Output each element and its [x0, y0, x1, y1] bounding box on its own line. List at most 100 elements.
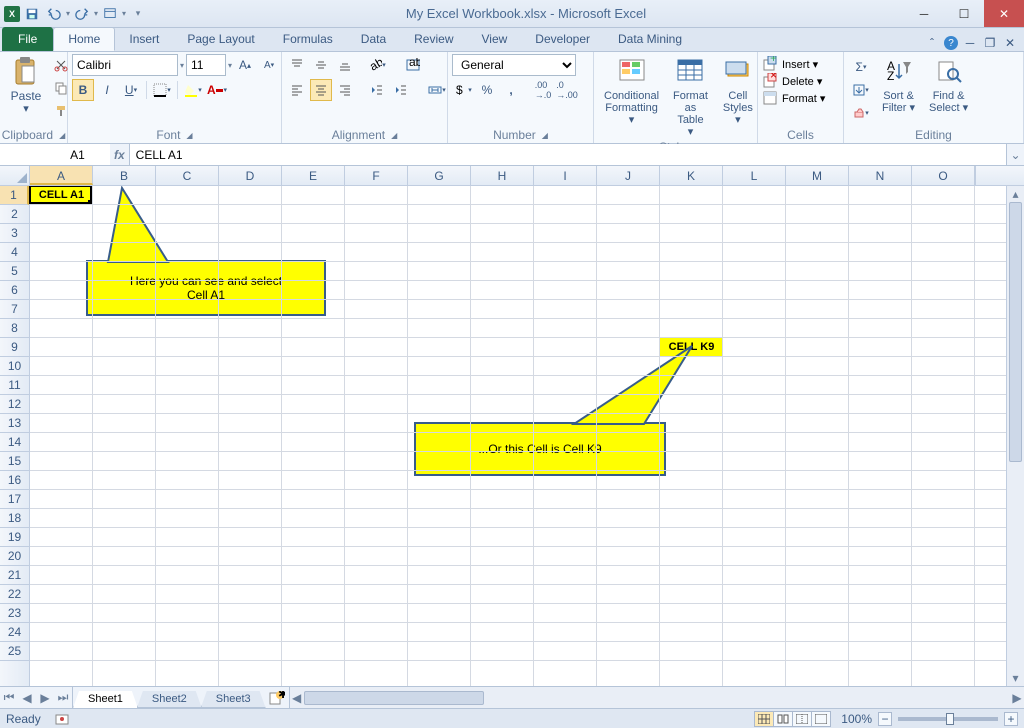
find-select-button[interactable]: Find & Select ▾ [923, 54, 974, 116]
sort-filter-button[interactable]: AZ Sort & Filter ▾ [876, 54, 921, 116]
align-center-button[interactable] [310, 79, 332, 101]
row-header-18[interactable]: 18 [0, 509, 29, 528]
col-header-C[interactable]: C [156, 166, 219, 185]
col-header-J[interactable]: J [597, 166, 660, 185]
font-size-select[interactable] [186, 54, 226, 76]
clear-button[interactable]: ▾ [848, 102, 874, 124]
callout-k9[interactable]: ...Or this Cell is Cell K9 [414, 422, 666, 476]
col-header-K[interactable]: K [660, 166, 723, 185]
fx-button[interactable]: fx [114, 148, 125, 162]
increase-font-button[interactable]: A▴ [234, 54, 256, 76]
horizontal-scrollbar[interactable]: ◀ ▶ [289, 687, 1024, 708]
tab-data-mining[interactable]: Data Mining [604, 27, 696, 51]
minimize-button[interactable]: ─ [904, 0, 944, 27]
minimize-ribbon-icon[interactable]: ˆ [924, 35, 940, 51]
col-header-L[interactable]: L [723, 166, 786, 185]
row-header-6[interactable]: 6 [0, 281, 29, 300]
scroll-down-icon[interactable]: ▾ [1007, 670, 1024, 686]
font-dialog-icon[interactable]: ◢ [186, 131, 192, 140]
row-header-12[interactable]: 12 [0, 395, 29, 414]
tab-developer[interactable]: Developer [521, 27, 604, 51]
hscroll-thumb[interactable] [304, 691, 484, 705]
row-header-15[interactable]: 15 [0, 452, 29, 471]
col-header-N[interactable]: N [849, 166, 912, 185]
underline-button[interactable]: U ▾ [120, 79, 142, 101]
sheet-tab-sheet2[interactable]: Sheet2 [137, 691, 202, 708]
name-box[interactable]: ▾ [0, 144, 110, 165]
format-cells-button[interactable]: Format ▾ [762, 90, 825, 106]
paste-button[interactable]: Paste▾ [4, 54, 48, 117]
decrease-font-button[interactable]: A▾ [258, 54, 280, 76]
save-button[interactable] [22, 4, 42, 24]
sheet-tab-sheet1[interactable]: Sheet1 [73, 691, 138, 708]
row-header-14[interactable]: 14 [0, 433, 29, 452]
tab-view[interactable]: View [468, 27, 522, 51]
cells-area[interactable]: CELL A1 CELL K9 Here you can see and sel… [30, 186, 1006, 686]
row-header-1[interactable]: 1 [0, 186, 29, 205]
zoom-level[interactable]: 100% [841, 712, 872, 726]
doc-minimize-icon[interactable]: ─ [962, 35, 978, 51]
col-header-E[interactable]: E [282, 166, 345, 185]
row-header-16[interactable]: 16 [0, 471, 29, 490]
wrap-text-button[interactable]: ab [396, 54, 430, 76]
maximize-button[interactable]: ☐ [944, 0, 984, 27]
align-top-button[interactable] [286, 54, 308, 76]
normal-view-button[interactable] [754, 711, 774, 727]
row-header-3[interactable]: 3 [0, 224, 29, 243]
sheet-tab-sheet3[interactable]: Sheet3 [201, 691, 266, 708]
align-middle-button[interactable] [310, 54, 332, 76]
vscroll-thumb[interactable] [1009, 202, 1022, 462]
cell-styles-button[interactable]: Cell Styles ▾ [716, 54, 760, 128]
tab-home[interactable]: Home [53, 27, 115, 51]
col-header-B[interactable]: B [93, 166, 156, 185]
col-header-H[interactable]: H [471, 166, 534, 185]
align-left-button[interactable] [286, 79, 308, 101]
zoom-out-button[interactable]: − [878, 712, 892, 726]
row-header-7[interactable]: 7 [0, 300, 29, 319]
qat-item[interactable] [100, 4, 120, 24]
col-header-O[interactable]: O [912, 166, 975, 185]
sheet-nav-last-icon[interactable]: ⏭ [54, 687, 72, 708]
tab-data[interactable]: Data [347, 27, 400, 51]
doc-close-icon[interactable]: ✕ [1002, 35, 1018, 51]
tab-file[interactable]: File [2, 27, 53, 51]
decrease-decimal-button[interactable]: .0→.00 [556, 79, 578, 101]
page-break-view-button[interactable] [792, 711, 812, 727]
col-header-G[interactable]: G [408, 166, 471, 185]
select-all-corner[interactable] [0, 166, 30, 185]
alignment-dialog-icon[interactable]: ◢ [391, 131, 397, 140]
doc-restore-icon[interactable]: ❐ [982, 35, 998, 51]
hscroll-left-icon[interactable]: ◀ [290, 691, 304, 705]
decrease-indent-button[interactable] [366, 79, 388, 101]
page-layout-view-button[interactable] [773, 711, 793, 727]
scroll-up-icon[interactable]: ▴ [1007, 186, 1024, 202]
row-header-23[interactable]: 23 [0, 604, 29, 623]
number-dialog-icon[interactable]: ◢ [542, 131, 548, 140]
macro-record-icon[interactable] [55, 712, 69, 726]
font-name-select[interactable] [72, 54, 178, 76]
row-header-4[interactable]: 4 [0, 243, 29, 262]
qat-customize[interactable]: ▾ [128, 4, 148, 24]
row-header-13[interactable]: 13 [0, 414, 29, 433]
col-header-M[interactable]: M [786, 166, 849, 185]
number-format-select[interactable]: General [452, 54, 576, 76]
insert-cells-button[interactable]: +Insert ▾ [762, 56, 818, 72]
row-header-24[interactable]: 24 [0, 623, 29, 642]
zoom-in-button[interactable]: + [1004, 712, 1018, 726]
row-header-10[interactable]: 10 [0, 357, 29, 376]
row-header-17[interactable]: 17 [0, 490, 29, 509]
orientation-button[interactable]: ab▾ [366, 54, 388, 76]
font-color-button[interactable]: A▾ [206, 79, 228, 101]
accounting-format-button[interactable]: $▾ [452, 79, 474, 101]
autosum-button[interactable]: Σ ▾ [848, 56, 874, 78]
tab-formulas[interactable]: Formulas [269, 27, 347, 51]
col-header-I[interactable]: I [534, 166, 597, 185]
col-header-A[interactable]: A [30, 166, 93, 185]
vertical-scrollbar[interactable]: ▴ ▾ [1006, 186, 1024, 686]
sheet-nav-prev-icon[interactable]: ◀ [18, 687, 36, 708]
expand-formula-bar-icon[interactable]: ⌄ [1006, 144, 1024, 165]
zoom-slider-knob[interactable] [946, 713, 954, 725]
fill-color-button[interactable]: ▾ [182, 79, 204, 101]
callout-a1[interactable]: Here you can see and select Cell A1 [86, 260, 326, 316]
delete-cells-button[interactable]: ×Delete ▾ [762, 73, 822, 89]
